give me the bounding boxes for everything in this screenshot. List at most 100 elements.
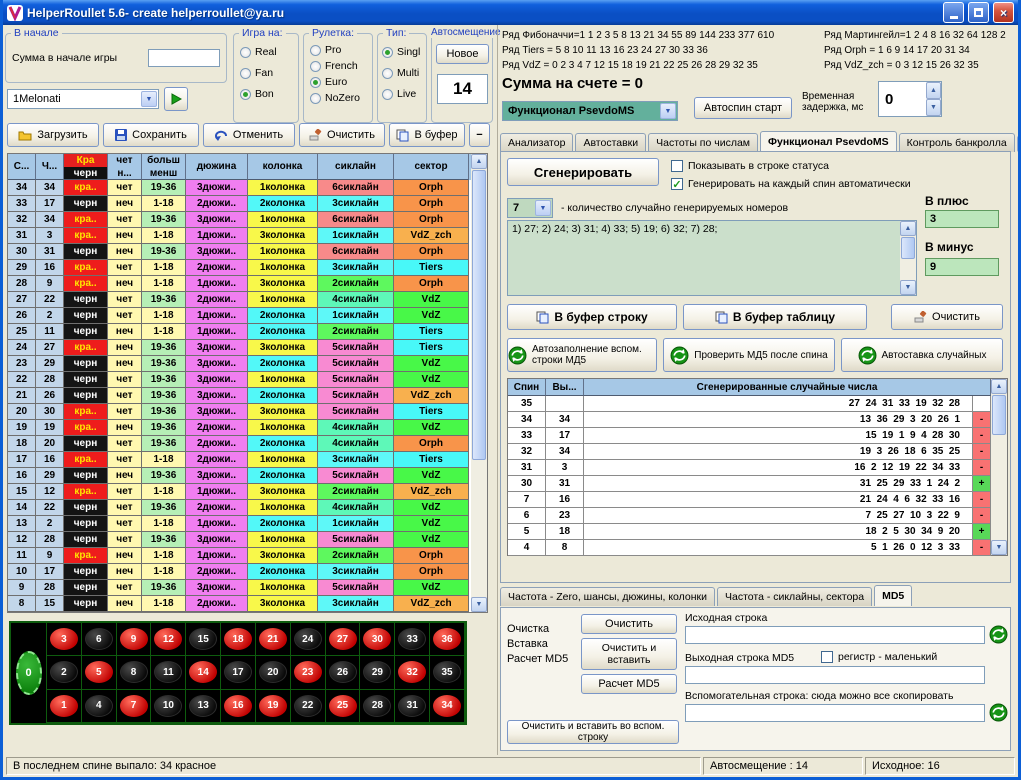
radio-bon[interactable]: Bon: [240, 88, 277, 100]
save-button[interactable]: Сохранить: [103, 123, 199, 147]
radio-nozero[interactable]: NoZero: [310, 92, 360, 104]
board-cell[interactable]: 26: [326, 656, 361, 689]
tab-scroll-left-icon[interactable]: ◄: [1017, 136, 1021, 152]
md5-clear-button[interactable]: Очистить: [581, 614, 677, 634]
md5-register-checkbox[interactable]: регистр - маленький: [821, 651, 937, 663]
title-bar[interactable]: HelperRoullet 5.6- create helperroullet@…: [3, 0, 1018, 25]
history-scrollbar[interactable]: ▲ ▼: [471, 154, 487, 612]
radio-real[interactable]: Real: [240, 46, 277, 58]
board-cell[interactable]: 20: [256, 656, 291, 689]
copy-row-button[interactable]: В буфер строку: [507, 304, 677, 330]
board-cell[interactable]: 11: [151, 656, 186, 689]
count-combo[interactable]: 7 ▼: [507, 198, 553, 218]
md5-clear-paste-button[interactable]: Очистить и вставить: [581, 638, 677, 670]
preset-combo[interactable]: 1Melonati ▼: [7, 89, 159, 109]
spin-down-icon[interactable]: ▼: [926, 99, 941, 116]
tab-autobets[interactable]: Автоставки: [575, 133, 646, 152]
board-cell[interactable]: 23: [291, 656, 326, 689]
undo-button[interactable]: Отменить: [203, 123, 295, 147]
clear-button[interactable]: Очистить: [299, 123, 385, 147]
autospin-start-button[interactable]: Автоспин старт: [694, 97, 792, 119]
board-cell[interactable]: 12: [151, 623, 186, 656]
scroll-down-icon[interactable]: ▼: [471, 597, 487, 612]
start-sum-input[interactable]: [148, 49, 220, 67]
board-cell[interactable]: 6: [82, 623, 117, 656]
scroll-up-icon[interactable]: ▲: [471, 154, 487, 169]
autofill-md5-button[interactable]: Автозаполнение вспом. строки МД5: [507, 338, 657, 372]
delay-spinner[interactable]: 0 ▲ ▼: [878, 81, 942, 117]
board-cell[interactable]: 31: [395, 690, 430, 723]
to-buffer-button[interactable]: В буфер: [389, 123, 465, 147]
scrollbar-thumb[interactable]: [901, 237, 915, 259]
generate-button[interactable]: Сгенерировать: [507, 158, 659, 186]
md5-clear-paste-aux-button[interactable]: Очистить и вставить во вспом. строку: [507, 720, 679, 744]
scrollbar-thumb[interactable]: [472, 170, 486, 460]
chevron-down-icon[interactable]: ▼: [141, 91, 157, 107]
tab-freq-chances[interactable]: Частота - Zero, шансы, дюжины, колонки: [500, 587, 715, 606]
radio-fan[interactable]: Fan: [240, 67, 277, 79]
board-cell[interactable]: 29: [360, 656, 395, 689]
chevron-down-icon[interactable]: ▼: [660, 103, 676, 119]
board-cell[interactable]: 28: [360, 690, 395, 723]
board-cell[interactable]: 1: [47, 690, 82, 723]
radio-french[interactable]: French: [310, 60, 360, 72]
radio-live[interactable]: Live: [382, 88, 420, 100]
board-cell[interactable]: 13: [186, 690, 221, 723]
board-cell[interactable]: 18: [221, 623, 256, 656]
board-cell[interactable]: 9: [117, 623, 152, 656]
md5-source-input[interactable]: [685, 626, 985, 644]
board-cell[interactable]: 8: [117, 656, 152, 689]
scroll-down-icon[interactable]: ▼: [991, 540, 1007, 555]
generated-output[interactable]: 1) 27; 2) 24; 3) 31; 4) 33; 5) 19; 6) 32…: [507, 220, 917, 296]
generated-scrollbar[interactable]: ▲ ▼: [991, 379, 1007, 555]
radio-euro[interactable]: Euro: [310, 76, 360, 88]
radio-multi[interactable]: Multi: [382, 67, 420, 79]
collapse-button[interactable]: −: [469, 123, 490, 147]
autogen-checkbox[interactable]: ✓ Генерировать на каждый спин автоматиче…: [671, 178, 911, 190]
board-cell[interactable]: 16: [221, 690, 256, 723]
board-cell[interactable]: 4: [82, 690, 117, 723]
tab-md5[interactable]: MD5: [874, 585, 912, 606]
scroll-up-icon[interactable]: ▲: [991, 379, 1007, 394]
board-cell[interactable]: 2: [47, 656, 82, 689]
function-combo[interactable]: Функционал PsevdoMS ▼: [502, 101, 678, 121]
output-scrollbar[interactable]: ▲ ▼: [900, 221, 916, 295]
md5-aux-action-button[interactable]: [989, 703, 1008, 722]
board-cell[interactable]: 19: [256, 690, 291, 723]
tab-bankroll[interactable]: Контроль банкролла: [899, 133, 1015, 152]
board-cell[interactable]: 36: [430, 623, 465, 656]
md5-source-action-button[interactable]: [989, 625, 1008, 644]
board-cell[interactable]: 5: [82, 656, 117, 689]
board-cell[interactable]: 25: [326, 690, 361, 723]
md5-calc-button[interactable]: Расчет MD5: [581, 674, 677, 694]
radio-singl[interactable]: Singl: [382, 46, 420, 58]
autobet-random-button[interactable]: Автоставка случайных: [841, 338, 1003, 372]
board-cell[interactable]: 17: [221, 656, 256, 689]
board-cell[interactable]: 7: [117, 690, 152, 723]
board-zero-cell[interactable]: 0: [11, 623, 47, 723]
tab-psevdoms[interactable]: Функционал PsevdoMS: [760, 131, 897, 152]
md5-output-input[interactable]: [685, 666, 985, 684]
board-cell[interactable]: 14: [186, 656, 221, 689]
tab-number-freq[interactable]: Частоты по числам: [648, 133, 758, 152]
clear-output-button[interactable]: Очистить: [891, 304, 1003, 330]
status-line-checkbox[interactable]: Показывать в строке статуса: [671, 160, 829, 172]
board-cell[interactable]: 15: [186, 623, 221, 656]
tab-analyzer[interactable]: Анализатор: [500, 133, 573, 152]
check-md5-button[interactable]: Проверить МД5 после спина: [663, 338, 835, 372]
scrollbar-thumb[interactable]: [992, 395, 1006, 435]
board-cell[interactable]: 30: [360, 623, 395, 656]
board-cell[interactable]: 33: [395, 623, 430, 656]
copy-table-button[interactable]: В буфер таблицу: [683, 304, 867, 330]
chevron-down-icon[interactable]: ▼: [535, 200, 551, 216]
load-button[interactable]: Загрузить: [7, 123, 99, 147]
board-cell[interactable]: 3: [47, 623, 82, 656]
board-cell[interactable]: 24: [291, 623, 326, 656]
close-button[interactable]: ×: [993, 2, 1014, 23]
tab-freq-sixlines[interactable]: Частота - сиклайны, сектора: [717, 587, 872, 606]
scroll-up-icon[interactable]: ▲: [900, 221, 916, 236]
board-cell[interactable]: 35: [430, 656, 465, 689]
scroll-down-icon[interactable]: ▼: [900, 280, 916, 295]
board-cell[interactable]: 27: [326, 623, 361, 656]
board-cell[interactable]: 34: [430, 690, 465, 723]
